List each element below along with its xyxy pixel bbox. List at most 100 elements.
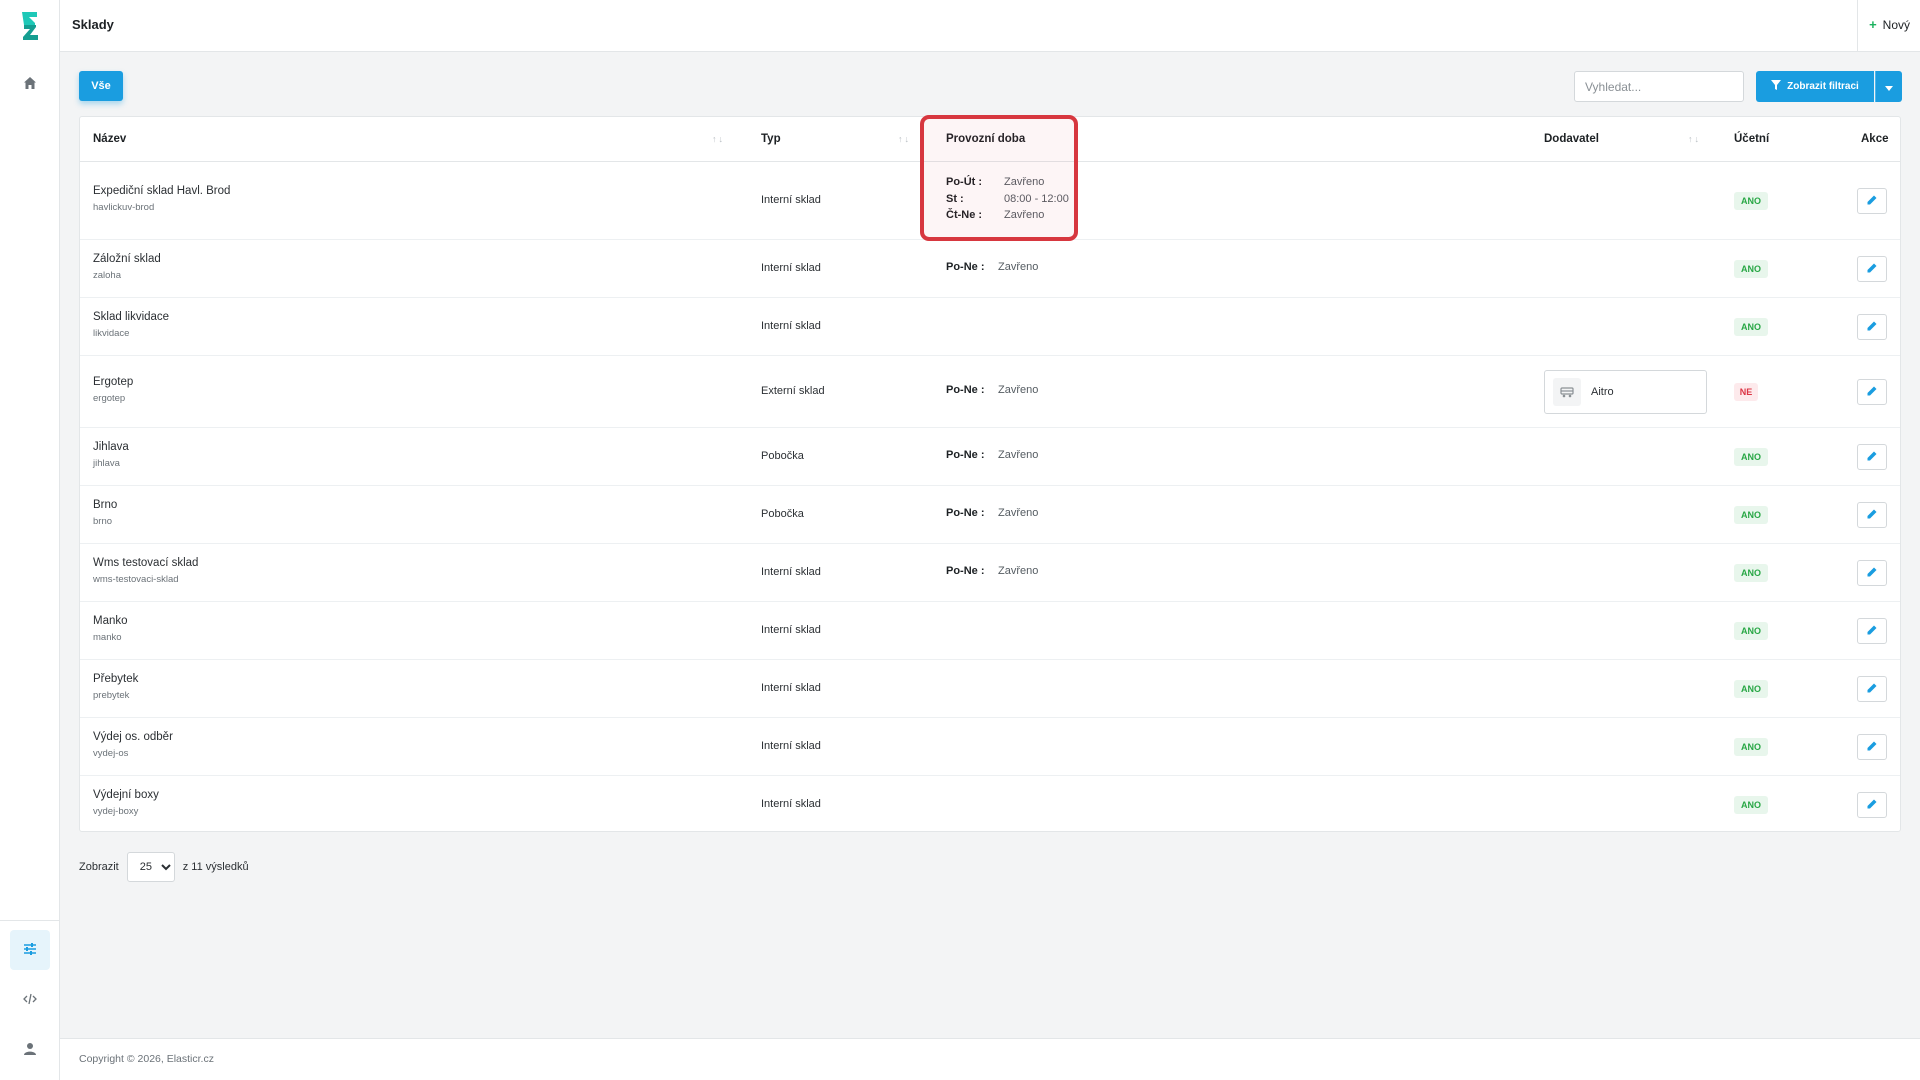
accounting-badge: ANO	[1734, 564, 1768, 582]
show-filter-button[interactable]: Zobrazit filtraci	[1756, 71, 1874, 102]
warehouse-slug: ergotep	[93, 393, 126, 404]
warehouse-name[interactable]: Výdej os. odběr	[93, 731, 173, 743]
sort-icon[interactable]: ↑↓	[1688, 134, 1701, 144]
hours-day: Po-Ne :	[946, 448, 985, 461]
hours-value: Zavřeno	[998, 448, 1039, 461]
filter-dropdown-toggle[interactable]	[1875, 71, 1902, 102]
table-row[interactable]: Expediční sklad Havl. Brod havlickuv-brod…	[80, 162, 1900, 240]
opening-hours-line: Po-Ne : Zavřeno	[946, 507, 1038, 519]
search-input[interactable]	[1574, 71, 1744, 102]
hours-value: 08:00 - 12:00	[1004, 192, 1069, 205]
table-row[interactable]: Výdejní boxy vydej-boxy Interní sklad ANO	[80, 776, 1900, 833]
pencil-icon	[1867, 262, 1877, 276]
warehouse-name[interactable]: Jihlava	[93, 441, 129, 453]
column-name[interactable]: Název	[93, 133, 126, 145]
supplier-name: Aitro	[1591, 386, 1614, 398]
opening-hours-line: Po-Út : Zavřeno	[946, 176, 1044, 188]
table-row[interactable]: Sklad likvidace likvidace Interní sklad ANO	[80, 298, 1900, 356]
warehouse-name[interactable]: Brno	[93, 499, 117, 511]
accounting-badge: ANO	[1734, 795, 1768, 814]
warehouse-slug: likvidace	[93, 328, 130, 339]
pencil-icon	[1867, 566, 1877, 580]
edit-button[interactable]	[1857, 618, 1887, 644]
warehouse-name[interactable]: Přebytek	[93, 673, 138, 685]
supplier-chip[interactable]: Aitro	[1544, 370, 1707, 414]
sidebar-item-settings[interactable]	[10, 930, 50, 970]
hours-value: Zavřeno	[1004, 209, 1045, 222]
accounting-badge: ANO	[1734, 622, 1768, 640]
pencil-icon	[1867, 385, 1877, 399]
edit-button[interactable]	[1857, 502, 1887, 528]
warehouse-type: Externí sklad	[761, 385, 825, 397]
table-row[interactable]: Ergotep ergotep Externí sklad Po-Ne : Zavřen…	[80, 356, 1900, 428]
warehouse-name[interactable]: Wms testovací sklad	[93, 557, 198, 569]
user-icon	[24, 1042, 36, 1058]
sidebar	[0, 0, 60, 1080]
code-icon	[23, 993, 37, 1008]
warehouse-type: Interní sklad	[761, 194, 821, 206]
chevron-down-icon	[1885, 80, 1893, 94]
opening-hours-line: Čt-Ne : Zavřeno	[946, 209, 1044, 221]
warehouse-slug: brno	[93, 516, 113, 527]
pagination: Zobrazit 25 z 11 výsledků	[79, 852, 249, 882]
sidebar-item-code[interactable]	[10, 980, 50, 1020]
new-button[interactable]: + Nový	[1869, 17, 1910, 32]
warehouse-name[interactable]: Sklad likvidace	[93, 311, 169, 323]
sort-icon[interactable]: ↑↓	[898, 134, 911, 144]
column-hours: Provozní doba	[946, 133, 1026, 145]
warehouse-name[interactable]: Výdejní boxy	[93, 789, 159, 801]
plus-icon: +	[1869, 17, 1877, 32]
edit-button[interactable]	[1857, 379, 1887, 405]
warehouse-type: Interní sklad	[761, 262, 821, 274]
pencil-icon	[1867, 320, 1877, 334]
accounting-badge: ANO	[1734, 506, 1768, 524]
page-size-select[interactable]: 25	[126, 852, 175, 882]
sliders-icon	[23, 942, 37, 959]
warehouse-slug: prebytek	[93, 690, 130, 701]
sort-icon[interactable]: ↑↓	[712, 134, 725, 144]
warehouse-slug: vydej-os	[93, 748, 129, 759]
edit-button[interactable]	[1857, 444, 1887, 470]
topbar: Sklady + Nový	[60, 0, 1920, 52]
edit-button[interactable]	[1857, 676, 1887, 702]
hours-value: Zavřeno	[998, 383, 1039, 396]
edit-button[interactable]	[1857, 188, 1887, 214]
opening-hours-line: Po-Ne : Zavřeno	[946, 565, 1038, 577]
warehouses-table: Název ↑↓ Typ ↑↓ Provozní doba Dodavatel …	[79, 116, 1901, 832]
edit-button[interactable]	[1857, 256, 1887, 282]
column-type[interactable]: Typ	[761, 133, 781, 145]
edit-button[interactable]	[1857, 314, 1887, 340]
edit-button[interactable]	[1857, 734, 1887, 760]
results-count: z 11 výsledků	[182, 861, 249, 873]
table-row[interactable]: Wms testovací sklad wms-testovaci-sklad In…	[80, 544, 1900, 602]
accounting-badge: ANO	[1734, 738, 1768, 756]
table-row[interactable]: Jihlava jihlava Pobočka Po-Ne : Zavřeno ANO	[80, 428, 1900, 486]
edit-button[interactable]	[1857, 791, 1887, 818]
warehouse-name[interactable]: Záložní sklad	[93, 253, 161, 265]
filter-all-button[interactable]: Vše	[79, 71, 123, 101]
warehouse-type: Interní sklad	[761, 566, 821, 578]
elasticr-logo[interactable]	[20, 10, 40, 42]
sidebar-item-user[interactable]	[10, 1030, 50, 1070]
table-row[interactable]: Brno brno Pobočka Po-Ne : Zavřeno ANO	[80, 486, 1900, 544]
show-filter-label: Zobrazit filtraci	[1787, 81, 1859, 92]
accounting-badge: ANO	[1734, 318, 1768, 336]
home-icon[interactable]	[19, 72, 41, 94]
opening-hours-line: Po-Ne : Zavřeno	[946, 384, 1038, 396]
pencil-icon	[1867, 194, 1877, 208]
warehouse-name[interactable]: Expediční sklad Havl. Brod	[93, 185, 230, 197]
pencil-icon	[1867, 740, 1877, 754]
table-row[interactable]: Záložní sklad zaloha Interní sklad Po-Ne : Z…	[80, 240, 1900, 298]
warehouse-name[interactable]: Ergotep	[93, 376, 133, 388]
pencil-icon	[1867, 798, 1877, 812]
table-header: Název ↑↓ Typ ↑↓ Provozní doba Dodavatel …	[80, 117, 1900, 162]
column-supplier[interactable]: Dodavatel	[1544, 133, 1599, 145]
table-row[interactable]: Manko manko Interní sklad ANO	[80, 602, 1900, 660]
table-row[interactable]: Přebytek prebytek Interní sklad ANO	[80, 660, 1900, 718]
table-row[interactable]: Výdej os. odběr vydej-os Interní sklad ANO	[80, 718, 1900, 776]
hours-day: Čt-Ne :	[946, 209, 983, 222]
warehouse-name[interactable]: Manko	[93, 615, 128, 627]
accounting-badge: ANO	[1734, 448, 1768, 466]
hours-day: Po-Ne :	[946, 564, 985, 577]
edit-button[interactable]	[1857, 560, 1887, 586]
